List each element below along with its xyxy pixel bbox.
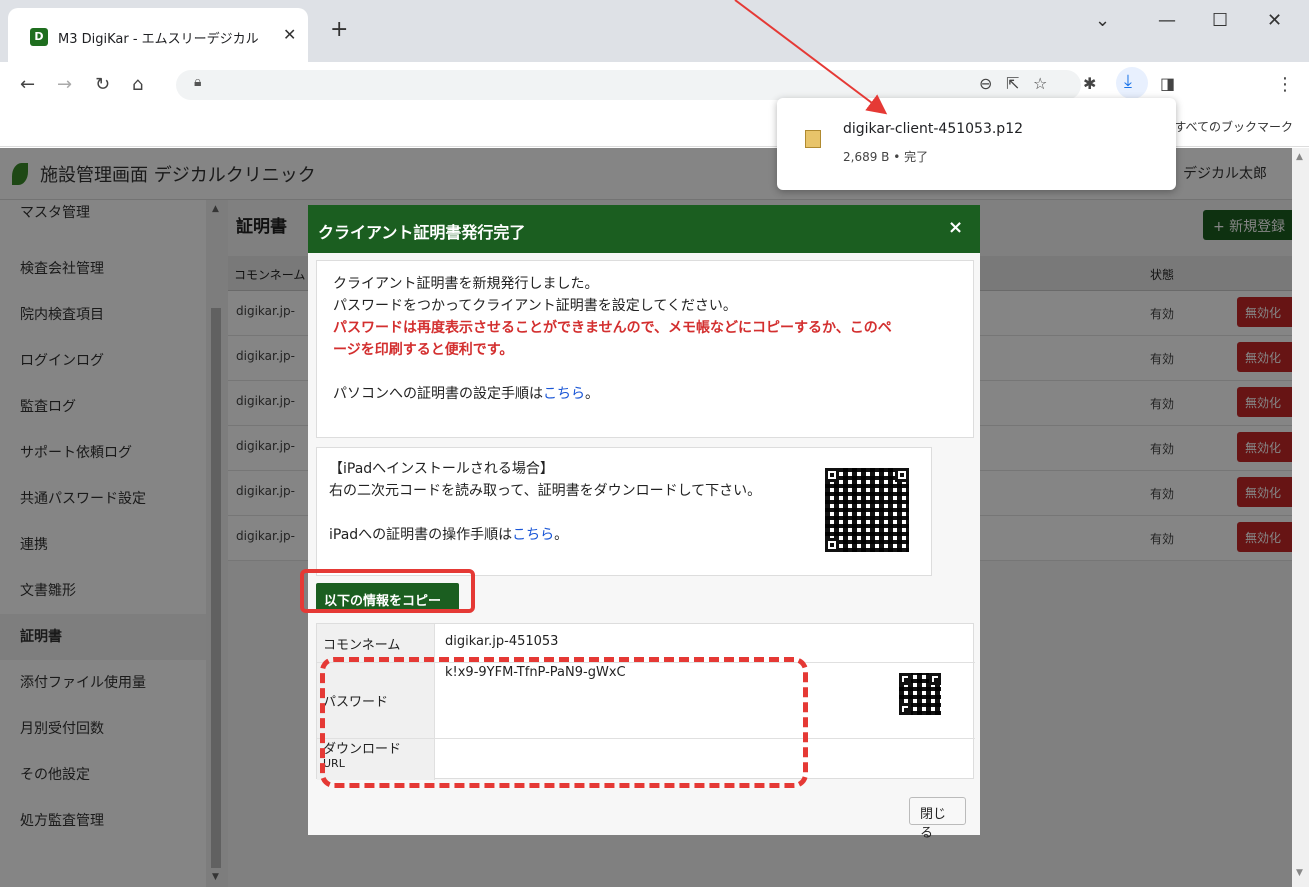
ipad-instructions: 【iPadへインストールされる場合】 右の二次元コードを読み取って、証明書をダウ… <box>316 447 932 576</box>
password-instruction: パスワードをつかってクライアント証明書を設定してください。 <box>333 298 737 314</box>
password-qr-code <box>899 673 941 715</box>
ipad-guide-label: iPadへの証明書の操作手順は <box>329 527 513 543</box>
all-bookmarks-link[interactable]: すべてのブックマーク <box>1174 118 1293 135</box>
copy-info-button[interactable]: 以下の情報をコピー <box>300 569 475 613</box>
pc-guide-label: パソコンへの証明書の設定手順は <box>333 386 543 402</box>
password-highlight-annotation <box>320 657 808 788</box>
issued-message: クライアント証明書を新規発行しました。 <box>333 276 599 292</box>
pc-guide-text: パソコンへの証明書の設定手順はこちら。 <box>333 383 957 405</box>
modal-close-icon[interactable]: × <box>948 217 963 238</box>
annotation-arrow <box>734 0 888 115</box>
warning-line-2: ージを印刷すると便利です。 <box>333 342 514 358</box>
download-meta: 2,689 B • 完了 <box>843 150 929 164</box>
ipad-guide-end: 。 <box>554 527 569 543</box>
modal-header: クライアント証明書発行完了 × <box>308 205 980 253</box>
warning-line-1: パスワードは再度表示させることができませんので、メモ帳などにコピーするか、このペ <box>333 320 892 336</box>
modal-close-button[interactable]: 閉じる <box>909 797 966 841</box>
ipad-guide-link[interactable]: こちら <box>512 527 554 543</box>
copy-button-highlight <box>300 569 475 613</box>
ipad-download-qr-code <box>825 468 909 552</box>
common-name-value: digikar.jp-451053 <box>445 634 559 649</box>
certificate-file-icon <box>805 130 821 148</box>
pc-guide-link[interactable]: こちら <box>543 386 585 402</box>
modal-title: クライアント証明書発行完了 <box>318 223 526 242</box>
pc-guide-end: 。 <box>585 386 599 402</box>
download-filename[interactable]: digikar-client-451053.p12 <box>843 121 1023 137</box>
page-scroll-up-icon[interactable]: ▲ <box>1296 152 1303 162</box>
pc-instructions: クライアント証明書を新規発行しました。 パスワードをつかってクライアント証明書を… <box>316 260 974 438</box>
page-scroll-down-icon[interactable]: ▼ <box>1296 868 1303 878</box>
page-scrollbar[interactable]: ▲ ▼ <box>1292 148 1309 887</box>
